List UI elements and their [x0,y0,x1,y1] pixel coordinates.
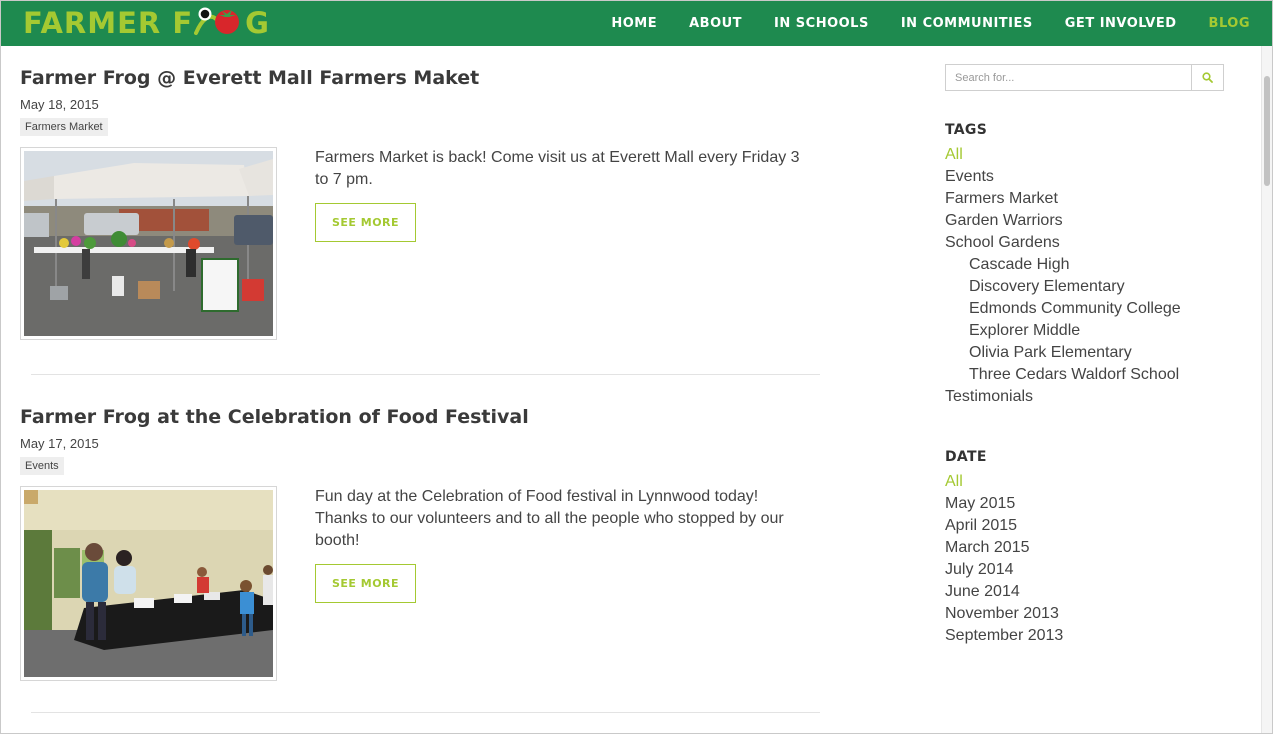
search-box [945,64,1224,91]
tag-link-garden-warriors[interactable]: Garden Warriors [945,210,1245,232]
post-tag[interactable]: Events [20,457,64,475]
nav-about[interactable]: ABOUT [689,16,742,31]
date-list: All May 2015 April 2015 March 2015 July … [945,471,1245,647]
date-link-july-2014[interactable]: July 2014 [945,559,1245,581]
frog-tomato-icon [194,5,244,42]
nav-home[interactable]: HOME [611,16,657,31]
logo-text-left: FARMER F [23,6,194,40]
food-festival-photo [24,490,273,677]
date-link-november-2013[interactable]: November 2013 [945,603,1245,625]
nav-in-schools[interactable]: IN SCHOOLS [774,16,869,31]
tag-link-all[interactable]: All [945,144,1245,166]
site-header: FARMER F G HOME ABOUT IN SCHOOLS IN COMM… [1,1,1272,46]
post-thumbnail[interactable] [20,486,277,681]
page-frame: FARMER F G HOME ABOUT IN SCHOOLS IN COMM… [0,0,1273,734]
date-link-may-2015[interactable]: May 2015 [945,493,1245,515]
post-excerpt: Fun day at the Celebration of Food festi… [315,486,805,603]
search-icon [1202,72,1213,83]
post-title[interactable]: Farmer Frog at the Celebration of Food F… [20,404,820,430]
tags-list: All Events Farmers Market Garden Warrior… [945,144,1245,408]
post-excerpt-text: Farmers Market is back! Come visit us at… [315,149,800,188]
tag-link-school-gardens[interactable]: School Gardens [945,232,1245,254]
post-divider [31,374,820,375]
date-link-march-2015[interactable]: March 2015 [945,537,1245,559]
tag-link-discovery-elementary[interactable]: Discovery Elementary [945,276,1245,298]
site-logo[interactable]: FARMER F G [23,4,270,42]
date-link-september-2013[interactable]: September 2013 [945,625,1245,647]
tag-link-cascade-high[interactable]: Cascade High [945,254,1245,276]
nav-blog[interactable]: BLOG [1209,16,1250,31]
page-scrollbar[interactable] [1261,46,1272,733]
post-divider [31,712,820,713]
tag-link-testimonials[interactable]: Testimonials [945,386,1245,408]
see-more-button[interactable]: SEE MORE [315,564,416,603]
date-section: DATE All May 2015 April 2015 March 2015 … [945,449,1245,647]
blog-post: Farmer Frog at the Celebration of Food F… [20,404,820,682]
logo-text-right: G [245,6,270,40]
post-title[interactable]: Farmer Frog @ Everett Mall Farmers Maket [20,65,820,91]
tag-link-farmers-market[interactable]: Farmers Market [945,188,1245,210]
post-date: May 18, 2015 [20,97,99,112]
tag-link-olivia-park-elementary[interactable]: Olivia Park Elementary [945,342,1245,364]
date-link-june-2014[interactable]: June 2014 [945,581,1245,603]
date-link-all[interactable]: All [945,471,1245,493]
blog-post: Farmer Frog @ Everett Mall Farmers Maket… [20,65,820,343]
tags-heading: TAGS [945,122,988,138]
post-tag[interactable]: Farmers Market [20,118,108,136]
tag-link-events[interactable]: Events [945,166,1245,188]
see-more-button[interactable]: SEE MORE [315,203,416,242]
tag-link-explorer-middle[interactable]: Explorer Middle [945,320,1245,342]
post-date: May 17, 2015 [20,436,99,451]
post-excerpt-text: Fun day at the Celebration of Food festi… [315,488,784,549]
date-heading: DATE [945,449,987,465]
post-body: Farmers Market is back! Come visit us at… [20,147,820,343]
farmers-market-photo [24,151,273,336]
main-nav: HOME ABOUT IN SCHOOLS IN COMMUNITIES GET… [579,1,1250,46]
search-button[interactable] [1191,65,1223,90]
nav-get-involved[interactable]: GET INVOLVED [1065,16,1177,31]
scrollbar-thumb[interactable] [1264,76,1270,186]
tag-link-three-cedars-waldorf-school[interactable]: Three Cedars Waldorf School [945,364,1245,386]
tags-section: TAGS All Events Farmers Market Garden Wa… [945,122,1245,408]
tag-link-edmonds-community-college[interactable]: Edmonds Community College [945,298,1245,320]
post-excerpt: Farmers Market is back! Come visit us at… [315,147,805,242]
post-thumbnail[interactable] [20,147,277,340]
search-input[interactable] [946,65,1191,90]
post-body: Fun day at the Celebration of Food festi… [20,486,820,682]
nav-in-communities[interactable]: IN COMMUNITIES [901,16,1033,31]
date-link-april-2015[interactable]: April 2015 [945,515,1245,537]
